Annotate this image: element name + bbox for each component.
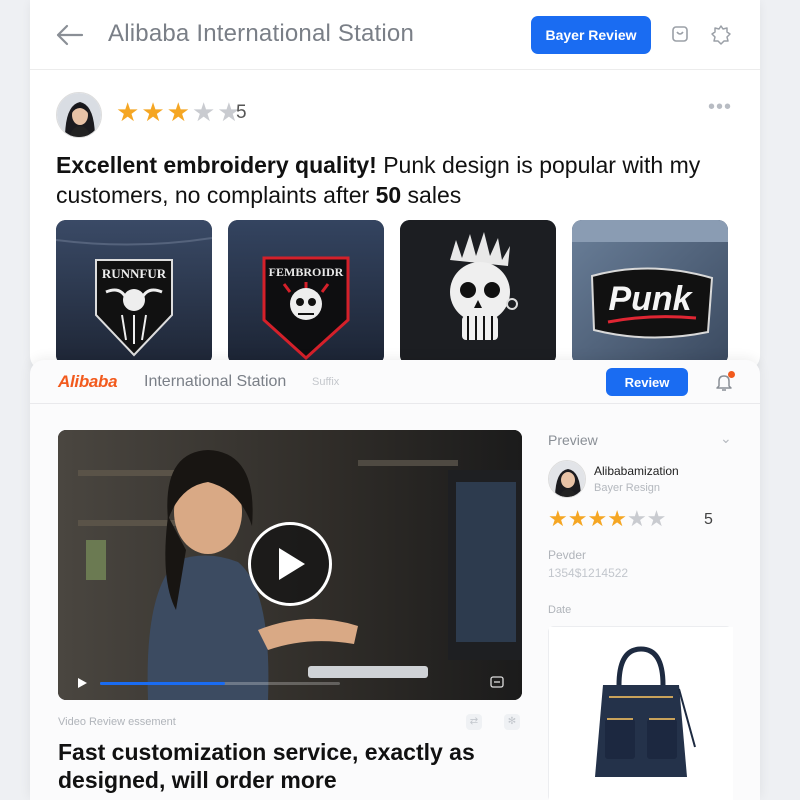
card-header: Alibaba International Station Suffix Rev…: [30, 360, 760, 404]
star-filled-icon: ★: [141, 97, 165, 127]
patch-text: Punk: [608, 280, 693, 318]
reviewer-avatar[interactable]: [548, 460, 586, 498]
review-text: Fast customization service, exactly as d…: [58, 739, 475, 793]
star-filled-icon: ★: [607, 506, 627, 531]
play-button[interactable]: [248, 522, 332, 606]
page-title: International Station: [144, 373, 287, 390]
reviewer-avatar[interactable]: [56, 92, 102, 138]
star-empty-icon: ★: [626, 506, 647, 531]
review-card-top: Alibaba International Station Bayer Revi…: [30, 0, 760, 370]
review-photo[interactable]: FEMBROIDR: [228, 220, 384, 365]
review-card-bottom: Alibaba International Station Suffix Rev…: [30, 360, 760, 800]
review-photo[interactable]: Punk: [572, 220, 728, 365]
review-photo[interactable]: [400, 220, 556, 365]
rating-value: 5: [236, 102, 247, 123]
star-rating: ★ ★ ★ ★ ★: [116, 99, 241, 125]
star-filled-icon: ★: [587, 506, 608, 531]
review-button[interactable]: Review: [606, 368, 688, 396]
review-photo[interactable]: RUNNFUR: [56, 220, 212, 365]
bag-icon[interactable]: [670, 24, 690, 44]
like-icon[interactable]: ✻: [504, 714, 520, 730]
play-icon[interactable]: [76, 677, 88, 689]
notification-dot: [728, 371, 735, 378]
review-text: Excellent embroidery quality! Punk desig…: [56, 150, 736, 210]
bayer-review-button[interactable]: Bayer Review: [531, 16, 651, 54]
video-controls: [58, 666, 522, 700]
faint-label: Suffix: [312, 376, 340, 388]
page-title: Alibaba International Station: [108, 20, 415, 47]
review-text-part: sales: [401, 182, 462, 208]
star-filled-icon: ★: [548, 506, 568, 531]
review-text-part: Excellent embroidery quality!: [56, 152, 377, 178]
panel-title: Preview: [548, 432, 598, 448]
star-filled-icon: ★: [567, 506, 588, 531]
star-empty-icon: ★: [191, 97, 216, 127]
more-icon[interactable]: •••: [708, 96, 732, 119]
star-filled-icon: ★: [116, 97, 140, 127]
captions-icon[interactable]: [490, 676, 504, 688]
card-header: Alibaba International Station Bayer Revi…: [30, 0, 760, 70]
settings-icon[interactable]: [710, 24, 732, 46]
patch-text: FEMBROIDR: [269, 265, 344, 279]
video-progress-fill: [100, 682, 225, 685]
star-empty-icon: ★: [646, 506, 667, 531]
reviewer-name: Alibabamization: [594, 464, 679, 478]
patch-text: RUNNFUR: [102, 266, 167, 281]
video-progress-track[interactable]: [100, 682, 340, 685]
reviewer-subtitle: Bayer Resign: [594, 482, 661, 494]
field-value: 1354$1214522: [548, 566, 629, 580]
review-text-part: 50: [375, 182, 402, 208]
product-image[interactable]: [548, 626, 733, 800]
star-rating: ★ ★ ★ ★ ★ ★: [548, 508, 666, 530]
video-player[interactable]: [58, 430, 522, 700]
chevron-down-icon[interactable]: ⌄: [720, 430, 732, 447]
review-photos: RUNNFUR FEMBROIDR Punk: [56, 220, 728, 365]
star-filled-icon: ★: [166, 97, 190, 127]
alibaba-logo[interactable]: Alibaba: [58, 372, 118, 392]
field-label: Pevder: [548, 548, 587, 562]
rating-value: 5: [704, 511, 713, 528]
video-caption: Video Review essement: [58, 716, 176, 728]
share-icon[interactable]: ⇄: [466, 714, 482, 730]
date-label: Date: [548, 604, 572, 616]
back-arrow-icon[interactable]: [54, 22, 84, 48]
